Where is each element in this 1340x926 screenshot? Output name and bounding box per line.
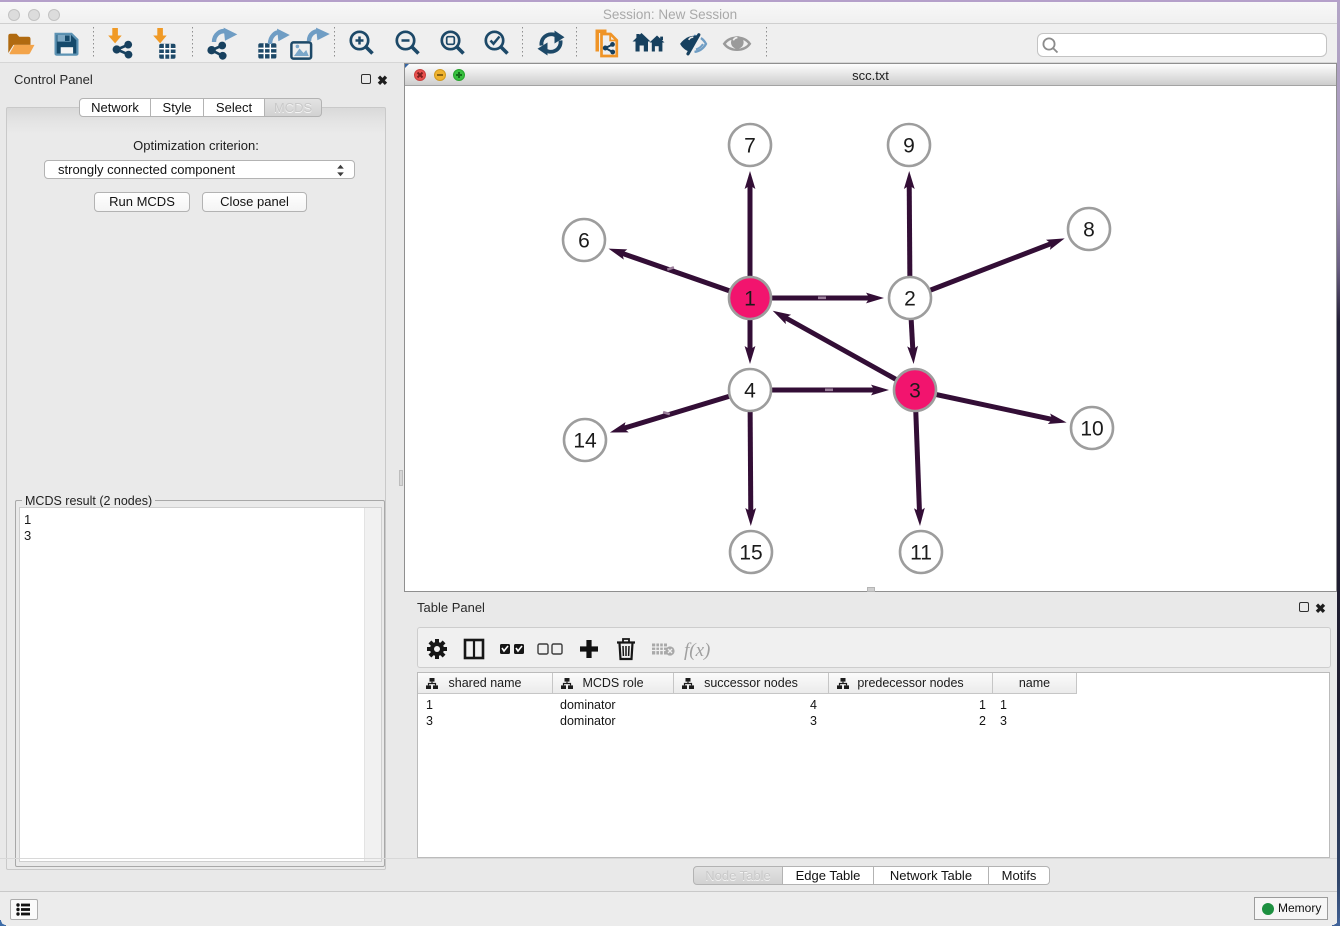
svg-text:8: 8	[1083, 219, 1095, 242]
svg-text:f(x): f(x)	[684, 640, 710, 661]
svg-text:2: 2	[904, 288, 916, 311]
svg-text:6: 6	[578, 230, 590, 253]
svg-text:11: 11	[910, 542, 932, 565]
svg-text:15: 15	[739, 542, 762, 565]
svg-text:7: 7	[744, 135, 756, 158]
svg-text:3: 3	[909, 380, 921, 403]
svg-text:4: 4	[744, 380, 756, 403]
svg-text:10: 10	[1080, 418, 1103, 441]
svg-text:14: 14	[573, 430, 597, 453]
svg-text:1: 1	[744, 288, 756, 311]
svg-text:9: 9	[903, 135, 915, 158]
